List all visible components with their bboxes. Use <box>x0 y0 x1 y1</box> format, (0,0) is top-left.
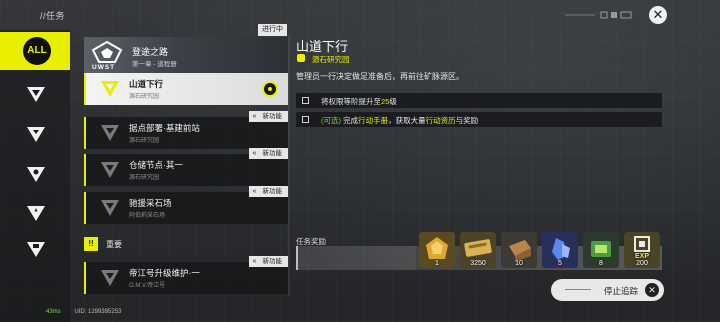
uid-label: UID: 1299395253 <box>74 309 122 315</box>
quest-title: 驰援采石场 <box>129 198 172 208</box>
group-header-important: !! 重要 <box>84 237 288 251</box>
reward-qty: 10 <box>515 260 523 267</box>
rail-item-daily[interactable] <box>0 155 70 193</box>
new-feature-badge: « 新功能 <box>248 111 288 122</box>
reward-item-exp-card[interactable]: EXP 200 <box>624 232 660 268</box>
quest-type-icon <box>101 270 119 286</box>
objective-row: 将权限等阶提升至25级 <box>296 93 662 108</box>
chapter-title: 登途之路 <box>132 47 169 57</box>
rewards-track-highlight <box>296 246 416 270</box>
rail-item-side[interactable] <box>0 115 70 153</box>
close-icon[interactable]: ✕ <box>649 6 667 24</box>
quest-item[interactable]: « 新功能 仓储节点·其一 源石研究园 <box>84 148 288 186</box>
quest-title: 仓储节点·其一 <box>129 160 183 170</box>
quest-item[interactable]: « 新功能 据点部署·基建前站 源石研究园 <box>84 111 288 149</box>
reward-qty: 8 <box>599 260 603 267</box>
breadcrumb: //任务 <box>40 11 66 21</box>
category-rail: ALL <box>0 30 70 322</box>
objective-checkbox-icon <box>302 97 309 104</box>
triangle-star-icon <box>27 167 45 182</box>
status-badge: 进行中 <box>258 24 287 36</box>
quest-location: 源石研究园 <box>312 55 350 64</box>
triangle-mark-icon <box>27 127 45 142</box>
reward-qty: 1 <box>435 260 439 267</box>
list-scrollbar[interactable] <box>288 36 290 296</box>
quest-item[interactable]: « 新功能 驰援采石场 阿伯莉采石场 <box>84 186 288 224</box>
objective-row-optional: (可选) 完成行动手册，获取大量行动资历与奖励 <box>296 112 662 127</box>
reward-item-ticket[interactable]: 3250 <box>460 232 496 268</box>
badge-label: 新功能 <box>262 150 283 157</box>
rail-item-all[interactable]: ALL <box>0 32 70 70</box>
quest-type-icon <box>101 200 119 216</box>
top-bar: //任务 ✕ <box>0 0 720 30</box>
ping-value: 43ms <box>46 309 61 315</box>
quest-detail-title: 山道下行 <box>296 39 349 54</box>
decorative-lines-icon <box>565 11 632 19</box>
double-chevron-icon: « <box>252 113 257 120</box>
quest-type-icon <box>101 125 119 141</box>
quest-subtitle: O.M.V.帝江号 <box>129 283 166 289</box>
double-chevron-icon: « <box>252 150 257 157</box>
reward-exp-label: EXP <box>634 253 649 260</box>
location-pin-icon <box>297 54 305 62</box>
quest-subtitle: 源石研究园 <box>129 94 160 100</box>
new-feature-badge: « 新功能 <box>248 186 288 197</box>
rail-item-other[interactable] <box>0 230 70 268</box>
quest-item[interactable]: « 新功能 帝江号升级维护·一 O.M.V.帝江号 <box>84 256 288 294</box>
quest-subtitle: 阿伯莉采石场 <box>129 213 166 219</box>
reward-qty: 3250 <box>470 260 486 267</box>
quest-title: 帝江号升级维护·一 <box>129 268 200 278</box>
quest-type-icon <box>101 81 119 97</box>
double-chevron-icon: « <box>252 258 257 265</box>
objective-text: 将权限等阶提升至25级 <box>321 97 397 106</box>
chapter-emblem-label: UWST <box>92 64 116 71</box>
objective-checkbox-icon <box>302 116 309 123</box>
chapter-subtitle: 第一章 - 道程册 <box>132 61 177 68</box>
rail-item-event[interactable] <box>0 194 70 232</box>
double-chevron-icon: « <box>252 188 257 195</box>
status-footer: 43ms UID: 1299395253 <box>46 309 121 315</box>
quest-item-selected[interactable]: 山道下行 源石研究园 <box>84 73 288 105</box>
triangle-star-small-icon <box>27 206 45 221</box>
new-feature-badge: « 新功能 <box>248 148 288 159</box>
reward-item-gold-crystal[interactable]: 1 <box>419 232 455 268</box>
chevron-down-icon <box>27 87 45 102</box>
new-feature-badge: « 新功能 <box>248 256 288 267</box>
group-label: 重要 <box>106 240 122 249</box>
close-icon: ✕ <box>645 283 659 297</box>
quest-type-icon <box>101 162 119 178</box>
badge-label: 新功能 <box>262 188 283 195</box>
quest-subtitle: 源石研究园 <box>129 175 160 181</box>
stop-tracking-button[interactable]: 停止追踪 ✕ <box>551 279 664 301</box>
quest-subtitle: 源石研究园 <box>129 138 160 144</box>
rail-item-main[interactable] <box>0 75 70 113</box>
triangle-badge-icon <box>27 242 45 257</box>
reward-item-mineral-box[interactable]: 10 <box>501 232 537 268</box>
quest-title: 据点部署·基建前站 <box>129 123 200 133</box>
all-icon: ALL <box>23 37 51 65</box>
reward-qty: 200 <box>636 260 648 267</box>
important-mark-icon: !! <box>84 237 98 251</box>
quest-title: 山道下行 <box>129 79 164 89</box>
chapter-header[interactable]: UWST 登途之路 第一章 - 道程册 <box>84 37 288 74</box>
quest-description: 管理员一行决定做足准备后，再前往矿脉源区。 <box>296 72 464 81</box>
button-line-icon <box>565 289 591 290</box>
badge-label: 新功能 <box>262 258 283 265</box>
track-target-icon[interactable] <box>262 81 278 97</box>
badge-label: 新功能 <box>262 113 283 120</box>
reward-qty: 5 <box>558 260 562 267</box>
stop-tracking-label: 停止追踪 <box>604 286 639 296</box>
objective-text: (可选) 完成行动手册，获取大量行动资历与奖励 <box>321 116 479 125</box>
reward-item-green-device[interactable]: 8 <box>583 232 619 268</box>
reward-item-blue-crystal[interactable]: 5 <box>542 232 578 268</box>
